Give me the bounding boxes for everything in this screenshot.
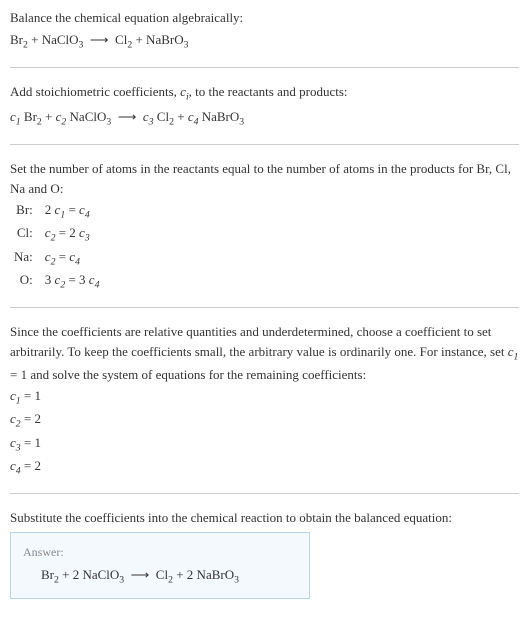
section5-title: Substitute the coefficients into the che… bbox=[10, 508, 519, 528]
element-equation: c2 = c4 bbox=[41, 247, 104, 270]
table-row: O: 3 c2 = 3 c4 bbox=[10, 270, 103, 293]
coef-value: c2 = 2 bbox=[10, 409, 519, 432]
table-row: Na: c2 = c4 bbox=[10, 247, 103, 270]
coef-value: c4 = 2 bbox=[10, 456, 519, 479]
section-answer: Substitute the coefficients into the che… bbox=[10, 508, 519, 599]
divider bbox=[10, 144, 519, 145]
section4-title: Since the coefficients are relative quan… bbox=[10, 322, 519, 384]
element-label: O: bbox=[10, 270, 41, 293]
coef-value: c3 = 1 bbox=[10, 433, 519, 456]
section-add-coefficients: Add stoichiometric coefficients, ci, to … bbox=[10, 82, 519, 130]
element-label: Na: bbox=[10, 247, 41, 270]
section2-title: Add stoichiometric coefficients, ci, to … bbox=[10, 82, 519, 105]
balanced-equation: Br2 + 2 NaClO3 ⟶ Cl2 + 2 NaBrO3 bbox=[23, 565, 297, 588]
section3-title: Set the number of atoms in the reactants… bbox=[10, 159, 519, 198]
table-row: Cl: c2 = 2 c3 bbox=[10, 223, 103, 246]
table-row: Br: 2 c1 = c4 bbox=[10, 200, 103, 223]
answer-label: Answer: bbox=[23, 543, 297, 561]
section-balance-prompt: Balance the chemical equation algebraica… bbox=[10, 8, 519, 53]
element-equation: c2 = 2 c3 bbox=[41, 223, 104, 246]
divider bbox=[10, 307, 519, 308]
section-atom-balance: Set the number of atoms in the reactants… bbox=[10, 159, 519, 293]
element-label: Cl: bbox=[10, 223, 41, 246]
divider bbox=[10, 493, 519, 494]
answer-box: Answer: Br2 + 2 NaClO3 ⟶ Cl2 + 2 NaBrO3 bbox=[10, 532, 310, 599]
element-equation: 3 c2 = 3 c4 bbox=[41, 270, 104, 293]
section2-equation: c1 Br2 + c2 NaClO3 ⟶ c3 Cl2 + c4 NaBrO3 bbox=[10, 107, 519, 130]
section-solve: Since the coefficients are relative quan… bbox=[10, 322, 519, 479]
section1-title: Balance the chemical equation algebraica… bbox=[10, 8, 519, 28]
coef-value: c1 = 1 bbox=[10, 386, 519, 409]
element-label: Br: bbox=[10, 200, 41, 223]
atom-balance-table: Br: 2 c1 = c4 Cl: c2 = 2 c3 Na: c2 = c4 … bbox=[10, 200, 103, 293]
element-equation: 2 c1 = c4 bbox=[41, 200, 104, 223]
divider bbox=[10, 67, 519, 68]
coefficient-list: c1 = 1 c2 = 2 c3 = 1 c4 = 2 bbox=[10, 386, 519, 479]
section1-equation: Br2 + NaClO3 ⟶ Cl2 + NaBrO3 bbox=[10, 30, 519, 53]
